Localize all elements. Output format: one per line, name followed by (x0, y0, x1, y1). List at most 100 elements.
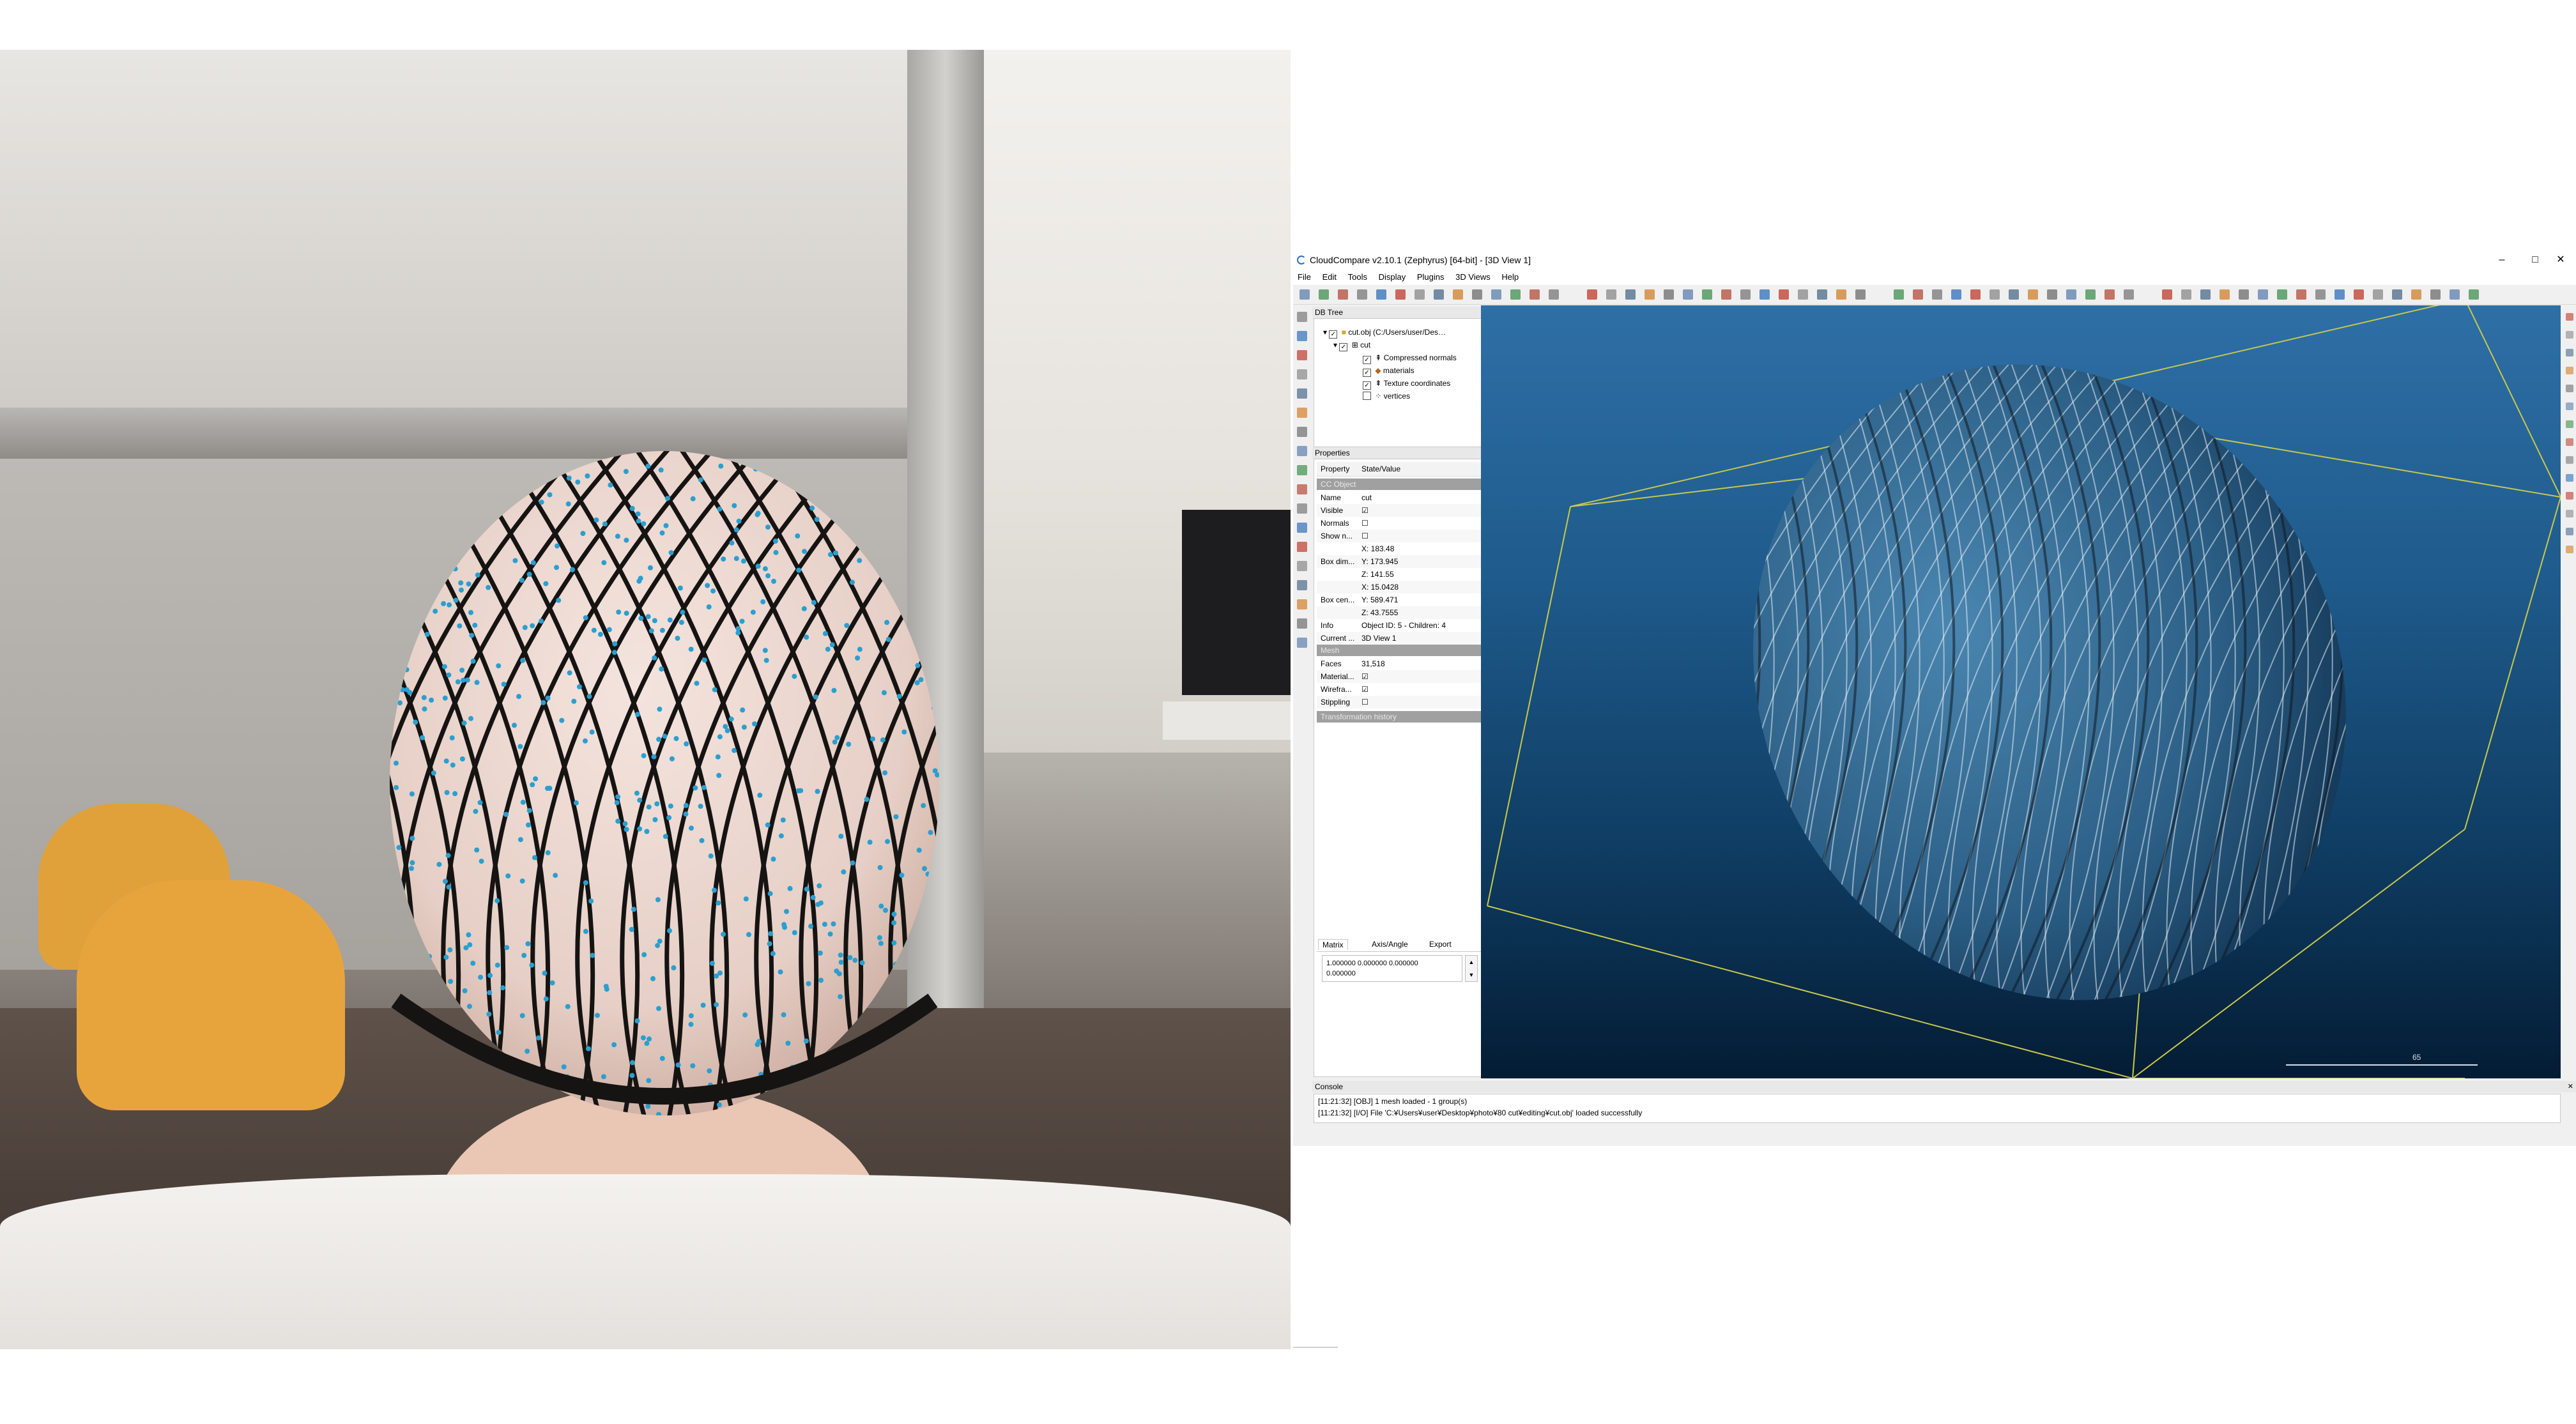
property-row[interactable]: Faces 31,518 (1317, 657, 1487, 670)
matrix-scrollbar[interactable]: ▲ ▼ (1465, 955, 1478, 982)
tab-matrix[interactable]: Matrix (1318, 939, 1348, 950)
checkbox[interactable]: ✓ (1363, 381, 1371, 390)
view-tool-icon[interactable] (1297, 580, 1307, 590)
toolbar-tool-icon[interactable] (2239, 289, 2249, 300)
toolbar-tool-icon[interactable] (2066, 289, 2076, 300)
view-tool-icon[interactable] (1297, 369, 1307, 379)
toolbar-tool-icon[interactable] (1702, 289, 1712, 300)
toolbar-tool-icon[interactable] (1529, 289, 1540, 300)
view-tool-icon[interactable] (1297, 427, 1307, 437)
toolbar-tool-icon[interactable] (2200, 289, 2211, 300)
toolbar-tool-icon[interactable] (2392, 289, 2402, 300)
toolbar-tool-icon[interactable] (2104, 289, 2115, 300)
toolbar-tool-icon[interactable] (1434, 289, 1444, 300)
tree-item-mesh[interactable]: ▾ ✓ ⊞ cut (1333, 339, 1370, 351)
checkbox[interactable]: ✓ (1329, 330, 1338, 339)
toolbar-tool-icon[interactable] (1779, 289, 1789, 300)
toolbar-tool-icon[interactable] (2430, 289, 2441, 300)
matrix-textbox[interactable]: 1.000000 0.000000 0.000000 0.000000 (1322, 955, 1462, 982)
view-tool-icon[interactable] (1297, 599, 1307, 609)
menu-help[interactable]: Help (1497, 270, 1523, 284)
toolbar-tool-icon[interactable] (2411, 289, 2421, 300)
toolbar-tool-icon[interactable] (1319, 289, 1329, 300)
expand-icon[interactable]: ▾ (1323, 328, 1327, 337)
toolbar-tool-icon[interactable] (1759, 289, 1770, 300)
toolbar-tool-icon[interactable] (1606, 289, 1616, 300)
toolbar-tool-icon[interactable] (1357, 289, 1367, 300)
view-tool-icon[interactable] (1297, 484, 1307, 494)
minimize-button[interactable]: – (2485, 252, 2518, 268)
view-tool-icon[interactable] (1297, 408, 1307, 418)
toolbar-tool-icon[interactable] (2373, 289, 2383, 300)
right-tool-icon[interactable] (2566, 456, 2573, 464)
property-row[interactable]: X: 15.0428 (1317, 581, 1487, 593)
toolbar-tool-icon[interactable] (1491, 289, 1501, 300)
toolbar-tool-icon[interactable] (1989, 289, 2000, 300)
toolbar-tool-icon[interactable] (2124, 289, 2134, 300)
toolbar-tool-icon[interactable] (1913, 289, 1923, 300)
toolbar-tool-icon[interactable] (2220, 289, 2230, 300)
menu-display[interactable]: Display (1374, 270, 1411, 284)
checkbox[interactable] (1363, 392, 1371, 400)
view-tool-icon[interactable] (1297, 618, 1307, 629)
toolbar-tool-icon[interactable] (1644, 289, 1655, 300)
view-tool-icon[interactable] (1297, 465, 1307, 475)
property-row[interactable]: Current ... 3D View 1 (1317, 632, 1487, 645)
right-tool-icon[interactable] (2566, 546, 2573, 553)
toolbar-tool-icon[interactable] (1549, 289, 1559, 300)
property-row[interactable]: Material... ☑ (1317, 670, 1487, 683)
toolbar-tool-icon[interactable] (1932, 289, 1942, 300)
property-row[interactable]: Show n... ☐ (1317, 530, 1487, 542)
property-row[interactable]: Stippling ☐ (1317, 696, 1487, 708)
property-row[interactable]: Z: 141.55 (1317, 568, 1487, 581)
view-tool-icon[interactable] (1297, 561, 1307, 571)
close-icon[interactable]: ✕ (2568, 1081, 2573, 1092)
view-tool-icon[interactable] (1297, 331, 1307, 341)
toolbar-tool-icon[interactable] (2085, 289, 2096, 300)
tree-item-file[interactable]: ▾ ✓ ■ cut.obj (C:/Users/user/Des… (1323, 326, 1446, 339)
right-tool-icon[interactable] (2566, 367, 2573, 374)
property-row[interactable]: Z: 43.7555 (1317, 606, 1487, 619)
toolbar-tool-icon[interactable] (1338, 289, 1348, 300)
view-tool-icon[interactable] (1297, 312, 1307, 322)
toolbar-tool-icon[interactable] (1894, 289, 1904, 300)
right-tool-icon[interactable] (2566, 385, 2573, 392)
toolbar-tool-icon[interactable] (2334, 289, 2345, 300)
3d-view[interactable]: 65 (1481, 305, 2561, 1078)
3d-scene[interactable] (1481, 305, 2561, 1078)
property-row[interactable]: Wirefra... ☑ (1317, 683, 1487, 696)
toolbar-tool-icon[interactable] (2277, 289, 2287, 300)
tree-item-vertices[interactable]: ⁘ vertices (1363, 390, 1410, 402)
toolbar-tool-icon[interactable] (1951, 289, 1961, 300)
checkbox[interactable]: ✓ (1363, 369, 1371, 377)
right-tool-icon[interactable] (2566, 349, 2573, 356)
tree-item-texture[interactable]: ✓ ⇞ Texture coordinates (1363, 378, 1450, 390)
right-tool-icon[interactable] (2566, 438, 2573, 446)
menu-tools[interactable]: Tools (1344, 270, 1372, 284)
view-tool-icon[interactable] (1297, 388, 1307, 399)
toolbar-tool-icon[interactable] (1817, 289, 1827, 300)
expand-icon[interactable]: ▾ (1333, 341, 1337, 349)
menu-edit[interactable]: Edit (1318, 270, 1341, 284)
view-tool-icon[interactable] (1297, 503, 1307, 514)
tab-axis-angle[interactable]: Axis/Angle (1368, 939, 1412, 949)
right-tool-icon[interactable] (2566, 420, 2573, 428)
toolbar-tool-icon[interactable] (1395, 289, 1406, 300)
property-row[interactable]: X: 183.48 (1317, 542, 1487, 555)
property-row[interactable]: Box cen... Y: 589.471 (1317, 593, 1487, 606)
toolbar-tool-icon[interactable] (1664, 289, 1674, 300)
toolbar-tool-icon[interactable] (1414, 289, 1425, 300)
menu-plugins[interactable]: Plugins (1413, 270, 1449, 284)
menu-file[interactable]: File (1293, 270, 1315, 284)
toolbar-tool-icon[interactable] (1798, 289, 1808, 300)
view-tool-icon[interactable] (1297, 446, 1307, 456)
toolbar-tool-icon[interactable] (2469, 289, 2479, 300)
checkbox[interactable]: ✓ (1339, 343, 1348, 351)
toolbar-tool-icon[interactable] (2315, 289, 2326, 300)
toolbar-tool-icon[interactable] (2162, 289, 2172, 300)
toolbar-tool-icon[interactable] (2296, 289, 2306, 300)
view-tool-icon[interactable] (1297, 542, 1307, 552)
menu-3d-views[interactable]: 3D Views (1451, 270, 1495, 284)
view-tool-icon[interactable] (1297, 350, 1307, 360)
toolbar-tool-icon[interactable] (1836, 289, 1846, 300)
